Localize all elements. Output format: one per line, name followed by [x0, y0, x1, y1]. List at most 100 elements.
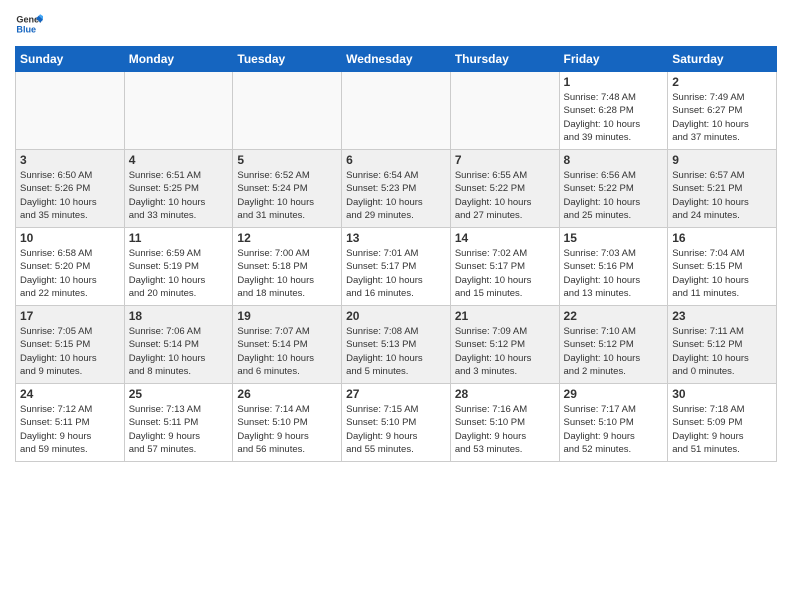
day-info: Sunrise: 7:01 AM Sunset: 5:17 PM Dayligh…: [346, 247, 446, 300]
day-info: Sunrise: 6:57 AM Sunset: 5:21 PM Dayligh…: [672, 169, 772, 222]
calendar-cell: [124, 72, 233, 150]
calendar-cell: 14Sunrise: 7:02 AM Sunset: 5:17 PM Dayli…: [450, 228, 559, 306]
day-number: 13: [346, 231, 446, 245]
calendar-cell: 11Sunrise: 6:59 AM Sunset: 5:19 PM Dayli…: [124, 228, 233, 306]
calendar-cell: 6Sunrise: 6:54 AM Sunset: 5:23 PM Daylig…: [342, 150, 451, 228]
week-row-2: 3 Sunrise: 6:50 AM Sunset: 5:26 PM Daylig…: [16, 150, 777, 228]
calendar-cell: 20 Sunrise: 7:08 AM Sunset: 5:13 PM Dayli…: [342, 306, 451, 384]
day-info: Sunrise: 7:04 AM Sunset: 5:15 PM Dayligh…: [672, 247, 772, 300]
day-info: Sunrise: 7:08 AM Sunset: 5:13 PM Dayligh…: [346, 325, 446, 378]
day-number: 27: [346, 387, 446, 401]
day-info: Sunrise: 7:11 AM Sunset: 5:12 PM Dayligh…: [672, 325, 772, 378]
day-number: 3: [20, 153, 120, 167]
weekday-header-row: SundayMondayTuesdayWednesdayThursdayFrid…: [16, 47, 777, 72]
weekday-header-friday: Friday: [559, 47, 668, 72]
calendar-cell: 12 Sunrise: 7:00 AM Sunset: 5:18 PM Dayli…: [233, 228, 342, 306]
day-number: 10: [20, 231, 120, 245]
day-info: Sunrise: 7:15 AM Sunset: 5:10 PM Dayligh…: [346, 403, 446, 456]
calendar-cell: 28 Sunrise: 7:16 AM Sunset: 5:10 PM Dayli…: [450, 384, 559, 462]
day-info: Sunrise: 7:14 AM Sunset: 5:10 PM Dayligh…: [237, 403, 337, 456]
day-info: Sunrise: 7:16 AM Sunset: 5:10 PM Dayligh…: [455, 403, 555, 456]
calendar-cell: 17Sunrise: 7:05 AM Sunset: 5:15 PM Dayli…: [16, 306, 125, 384]
calendar-cell: 3 Sunrise: 6:50 AM Sunset: 5:26 PM Daylig…: [16, 150, 125, 228]
day-info: Sunrise: 6:56 AM Sunset: 5:22 PM Dayligh…: [564, 169, 664, 222]
calendar-cell: [342, 72, 451, 150]
calendar-cell: 9 Sunrise: 6:57 AM Sunset: 5:21 PM Daylig…: [668, 150, 777, 228]
day-number: 18: [129, 309, 229, 323]
week-row-3: 10 Sunrise: 6:58 AM Sunset: 5:20 PM Dayli…: [16, 228, 777, 306]
calendar-cell: 1Sunrise: 7:48 AM Sunset: 6:28 PM Daylig…: [559, 72, 668, 150]
day-info: Sunrise: 7:03 AM Sunset: 5:16 PM Dayligh…: [564, 247, 664, 300]
day-number: 5: [237, 153, 337, 167]
day-info: Sunrise: 6:51 AM Sunset: 5:25 PM Dayligh…: [129, 169, 229, 222]
day-number: 16: [672, 231, 772, 245]
day-number: 30: [672, 387, 772, 401]
day-number: 20: [346, 309, 446, 323]
logo-icon: General Blue: [15, 10, 43, 38]
calendar-cell: 19 Sunrise: 7:07 AM Sunset: 5:14 PM Dayli…: [233, 306, 342, 384]
day-number: 12: [237, 231, 337, 245]
day-info: Sunrise: 7:10 AM Sunset: 5:12 PM Dayligh…: [564, 325, 664, 378]
calendar-cell: [16, 72, 125, 150]
day-number: 21: [455, 309, 555, 323]
day-number: 19: [237, 309, 337, 323]
calendar-cell: 15 Sunrise: 7:03 AM Sunset: 5:16 PM Dayli…: [559, 228, 668, 306]
weekday-header-sunday: Sunday: [16, 47, 125, 72]
calendar-cell: 10 Sunrise: 6:58 AM Sunset: 5:20 PM Dayli…: [16, 228, 125, 306]
calendar-cell: 26 Sunrise: 7:14 AM Sunset: 5:10 PM Dayli…: [233, 384, 342, 462]
calendar-cell: 18 Sunrise: 7:06 AM Sunset: 5:14 PM Dayli…: [124, 306, 233, 384]
calendar-cell: 13 Sunrise: 7:01 AM Sunset: 5:17 PM Dayli…: [342, 228, 451, 306]
day-info: Sunrise: 7:17 AM Sunset: 5:10 PM Dayligh…: [564, 403, 664, 456]
day-info: Sunrise: 7:13 AM Sunset: 5:11 PM Dayligh…: [129, 403, 229, 456]
weekday-header-thursday: Thursday: [450, 47, 559, 72]
day-info: Sunrise: 7:12 AM Sunset: 5:11 PM Dayligh…: [20, 403, 120, 456]
calendar-cell: 25 Sunrise: 7:13 AM Sunset: 5:11 PM Dayli…: [124, 384, 233, 462]
week-row-4: 17Sunrise: 7:05 AM Sunset: 5:15 PM Dayli…: [16, 306, 777, 384]
calendar-cell: 22 Sunrise: 7:10 AM Sunset: 5:12 PM Dayli…: [559, 306, 668, 384]
day-number: 2: [672, 75, 772, 89]
calendar-cell: 29 Sunrise: 7:17 AM Sunset: 5:10 PM Dayli…: [559, 384, 668, 462]
day-info: Sunrise: 7:07 AM Sunset: 5:14 PM Dayligh…: [237, 325, 337, 378]
day-info: Sunrise: 6:50 AM Sunset: 5:26 PM Dayligh…: [20, 169, 120, 222]
day-number: 17: [20, 309, 120, 323]
header: General Blue: [15, 10, 777, 38]
day-number: 9: [672, 153, 772, 167]
day-number: 22: [564, 309, 664, 323]
day-number: 1: [564, 75, 664, 89]
day-info: Sunrise: 7:09 AM Sunset: 5:12 PM Dayligh…: [455, 325, 555, 378]
svg-text:Blue: Blue: [16, 24, 36, 34]
day-info: Sunrise: 7:02 AM Sunset: 5:17 PM Dayligh…: [455, 247, 555, 300]
calendar-cell: 8Sunrise: 6:56 AM Sunset: 5:22 PM Daylig…: [559, 150, 668, 228]
weekday-header-tuesday: Tuesday: [233, 47, 342, 72]
week-row-1: 1Sunrise: 7:48 AM Sunset: 6:28 PM Daylig…: [16, 72, 777, 150]
day-number: 11: [129, 231, 229, 245]
day-number: 26: [237, 387, 337, 401]
day-info: Sunrise: 7:06 AM Sunset: 5:14 PM Dayligh…: [129, 325, 229, 378]
day-number: 24: [20, 387, 120, 401]
day-info: Sunrise: 6:55 AM Sunset: 5:22 PM Dayligh…: [455, 169, 555, 222]
day-number: 28: [455, 387, 555, 401]
calendar-cell: 2Sunrise: 7:49 AM Sunset: 6:27 PM Daylig…: [668, 72, 777, 150]
day-info: Sunrise: 7:18 AM Sunset: 5:09 PM Dayligh…: [672, 403, 772, 456]
calendar-cell: 7 Sunrise: 6:55 AM Sunset: 5:22 PM Daylig…: [450, 150, 559, 228]
day-info: Sunrise: 7:00 AM Sunset: 5:18 PM Dayligh…: [237, 247, 337, 300]
day-info: Sunrise: 6:52 AM Sunset: 5:24 PM Dayligh…: [237, 169, 337, 222]
calendar-cell: 21 Sunrise: 7:09 AM Sunset: 5:12 PM Dayli…: [450, 306, 559, 384]
logo: General Blue: [15, 10, 43, 38]
day-number: 25: [129, 387, 229, 401]
calendar-cell: 5 Sunrise: 6:52 AM Sunset: 5:24 PM Daylig…: [233, 150, 342, 228]
day-number: 15: [564, 231, 664, 245]
calendar-cell: [450, 72, 559, 150]
day-info: Sunrise: 6:58 AM Sunset: 5:20 PM Dayligh…: [20, 247, 120, 300]
weekday-header-saturday: Saturday: [668, 47, 777, 72]
weekday-header-monday: Monday: [124, 47, 233, 72]
day-number: 6: [346, 153, 446, 167]
day-number: 23: [672, 309, 772, 323]
calendar-cell: 4Sunrise: 6:51 AM Sunset: 5:25 PM Daylig…: [124, 150, 233, 228]
day-number: 29: [564, 387, 664, 401]
day-number: 7: [455, 153, 555, 167]
weekday-header-wednesday: Wednesday: [342, 47, 451, 72]
calendar-cell: 23 Sunrise: 7:11 AM Sunset: 5:12 PM Dayli…: [668, 306, 777, 384]
calendar-cell: [233, 72, 342, 150]
calendar-cell: 24 Sunrise: 7:12 AM Sunset: 5:11 PM Dayli…: [16, 384, 125, 462]
